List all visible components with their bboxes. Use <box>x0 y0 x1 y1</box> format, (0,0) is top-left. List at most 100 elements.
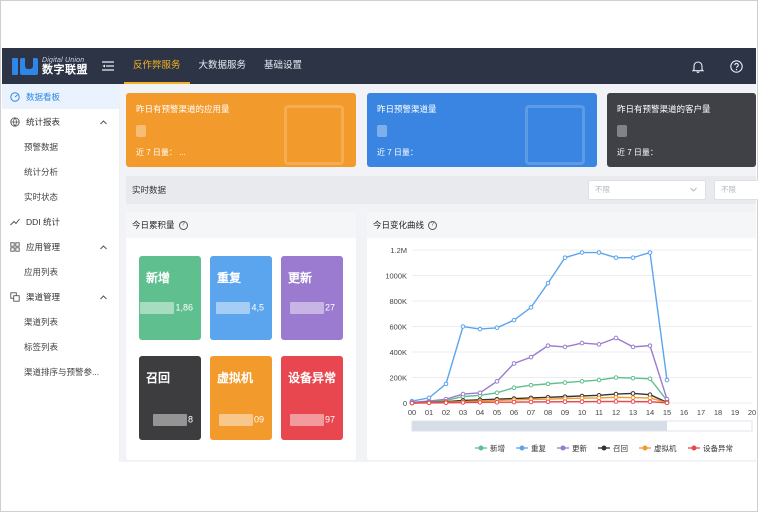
data-point <box>579 399 585 405</box>
data-point <box>477 326 483 332</box>
data-point <box>562 344 568 350</box>
y-tick-label: 600K <box>389 323 407 332</box>
data-point <box>613 399 619 404</box>
line-chart[interactable]: 0 200K 400K 600K 800K 1000K 1.2M 00 01 02 03 04 05 06… <box>367 238 756 460</box>
card-decoration-icon <box>284 105 344 165</box>
data-point <box>579 395 585 401</box>
top-nav: 反作弊服务 大数据服务 基础设置 <box>124 48 311 84</box>
chevron-up-icon <box>100 292 107 302</box>
panel-title: 今日累积量 ? <box>126 212 356 238</box>
x-tick-label: 19 <box>731 408 739 417</box>
tile-duplicate[interactable]: 重复 4,5 <box>210 256 272 340</box>
nav-tab-big-data[interactable]: 大数据服务 <box>190 48 256 84</box>
y-tick-label: 800K <box>389 297 407 306</box>
sidebar-subitem-stat-analysis[interactable]: 统计分析 <box>2 159 119 184</box>
data-point <box>511 399 517 405</box>
dashboard-icon <box>10 91 20 102</box>
data-point <box>613 394 619 400</box>
data-point <box>460 391 466 397</box>
stat-card-label: 昨日预警渠道量 <box>377 104 437 114</box>
sidebar-subitem-app-list[interactable]: 应用列表 <box>2 259 119 284</box>
data-point <box>579 250 585 255</box>
x-tick-label: 04 <box>476 408 484 417</box>
sidebar-subitem-tag-list[interactable]: 标签列表 <box>2 334 119 359</box>
bell-icon[interactable] <box>690 58 706 74</box>
data-point <box>545 381 551 387</box>
tile-update[interactable]: 更新 27 <box>281 256 343 340</box>
grid-icon <box>10 241 20 252</box>
x-tick-label: 13 <box>629 408 637 417</box>
cumulative-panel: 今日累积量 ? 新增 1,86 重复 4,5 更新 27 召回 8 虚拟机 09… <box>126 212 356 460</box>
data-point <box>477 400 483 405</box>
data-point <box>647 343 653 348</box>
nav-tab-basic-settings[interactable]: 基础设置 <box>255 48 311 84</box>
x-tick-label: 02 <box>442 408 450 417</box>
x-tick-label: 05 <box>493 408 501 417</box>
card-decoration-icon <box>525 105 585 165</box>
x-tick-label: 16 <box>680 408 688 417</box>
stat-card-warning-channels[interactable]: 昨日预警渠道量 近 7 日量： <box>367 93 597 167</box>
data-point <box>528 305 534 310</box>
help-icon[interactable] <box>728 58 744 74</box>
menu-collapse-icon[interactable] <box>98 56 118 76</box>
tile-name: 设备异常 <box>288 371 337 385</box>
y-tick-label: 1000K <box>385 272 407 281</box>
data-point <box>664 400 670 406</box>
data-point <box>647 250 653 255</box>
x-tick-label: 10 <box>578 408 586 417</box>
stat-card-customers-with-warning[interactable]: 昨日有预警渠道的客户量 近 7 日量： <box>607 93 756 167</box>
data-point <box>562 255 568 260</box>
tile-recall[interactable]: 召回 8 <box>139 356 201 440</box>
data-point <box>630 375 636 381</box>
trend-icon <box>10 217 20 227</box>
stat-card-label: 昨日有预警渠道的应用量 <box>136 104 230 114</box>
x-tick-label: 08 <box>544 408 552 417</box>
data-point <box>545 343 551 348</box>
stat-card-apps-with-warning[interactable]: 昨日有预警渠道的应用量 近 7 日量： ... <box>126 93 356 167</box>
question-icon[interactable]: ? <box>178 220 188 230</box>
question-icon[interactable]: ? <box>428 220 438 230</box>
sidebar-item-ddi[interactable]: DDI 统计 <box>2 209 119 234</box>
x-tick-label: 07 <box>527 408 535 417</box>
sidebar-subitem-warning-data[interactable]: 预警数据 <box>2 134 119 159</box>
tile-device-anomaly[interactable]: 设备异常 97 <box>281 356 343 440</box>
sidebar-item-channels[interactable]: 渠道管理 <box>2 284 119 309</box>
zoom-slider-range <box>412 421 667 431</box>
sidebar-item-label: DDI 统计 <box>26 216 61 227</box>
main-content: 昨日有预警渠道的应用量 近 7 日量： ... 昨日预警渠道量 近 7 日量： … <box>120 84 758 462</box>
sidebar-item-dashboard[interactable]: 数据看板 <box>2 84 119 109</box>
sidebar: 数据看板 统计报表 预警数据 统计分析 实时状态 DDI 统计 应用管理 应用列… <box>2 84 120 462</box>
legend-label: 虚拟机 <box>654 443 677 453</box>
data-point <box>579 379 585 384</box>
legend-label: 更新 <box>572 443 587 453</box>
sidebar-subitem-channel-sort[interactable]: 渠道排序与预警参... <box>2 359 119 384</box>
x-tick-label: 12 <box>612 408 620 417</box>
data-point <box>494 379 500 384</box>
tile-value: 8 <box>152 414 193 426</box>
globe-icon <box>10 116 20 127</box>
tile-new[interactable]: 新增 1,86 <box>139 256 201 340</box>
panel-title: 今日变化曲线 ? <box>367 212 756 238</box>
tile-name: 新增 <box>146 271 171 285</box>
sidebar-item-stats[interactable]: 统计报表 <box>2 109 119 134</box>
chevron-up-icon <box>100 242 107 252</box>
tile-name: 召回 <box>146 371 171 385</box>
sidebar-item-label: 数据看板 <box>26 91 61 102</box>
tile-value: 4,5 <box>216 302 264 314</box>
logo[interactable]: Digital Union 数字联盟 <box>2 55 98 77</box>
nav-tab-anti-fraud[interactable]: 反作弊服务 <box>124 48 190 84</box>
data-point <box>630 399 636 404</box>
sidebar-subitem-channel-list[interactable]: 渠道列表 <box>2 309 119 334</box>
tile-virtual-machine[interactable]: 虚拟机 09 <box>210 356 272 440</box>
y-tick-label: 200K <box>389 374 407 383</box>
data-point <box>630 344 636 350</box>
legend-label: 召回 <box>613 444 628 453</box>
filter-select-1[interactable]: 不限 <box>588 180 706 200</box>
legend-marker <box>642 445 648 451</box>
sidebar-subitem-realtime-status[interactable]: 实时状态 <box>2 184 119 209</box>
x-tick-label: 03 <box>459 408 467 417</box>
filter-select-2[interactable]: 不限 <box>714 180 758 200</box>
data-point <box>443 381 449 387</box>
sidebar-item-apps[interactable]: 应用管理 <box>2 234 119 259</box>
data-point <box>460 400 466 405</box>
